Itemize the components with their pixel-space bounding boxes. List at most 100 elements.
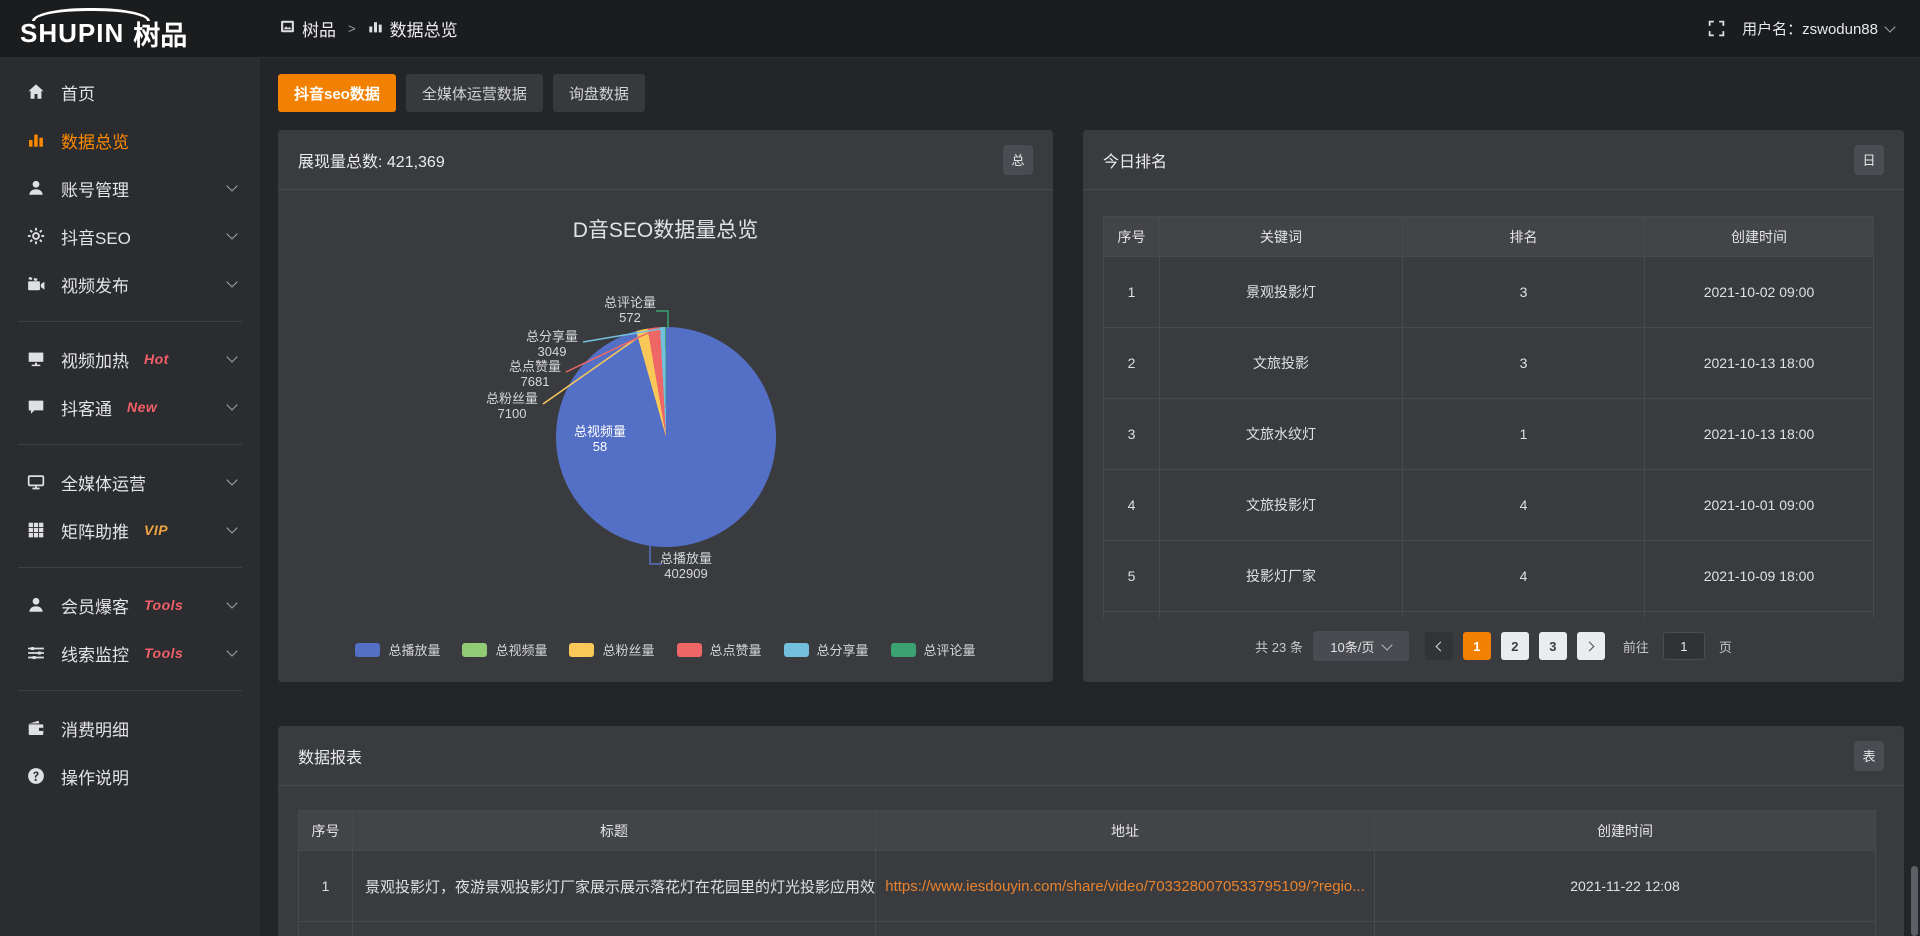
gear-icon xyxy=(26,226,46,246)
table-cell: 2021-10-13 18:00 xyxy=(1645,328,1874,399)
table-cell xyxy=(1375,922,1876,936)
table-row: 2文旅投影32021-10-13 18:00 xyxy=(1104,328,1874,399)
breadcrumb-item-shupin[interactable]: 树品 xyxy=(280,16,336,41)
menu-badge: Tools xyxy=(144,645,183,661)
total-toggle-button[interactable]: 总 xyxy=(1003,145,1033,175)
sidebar-divider xyxy=(18,444,242,445)
table-cell: 4 xyxy=(1403,541,1645,612)
tab-inquiry-data[interactable]: 询盘数据 xyxy=(553,74,645,112)
column-header: 序号 xyxy=(299,811,353,851)
sidebar-item-media-ops[interactable]: 全媒体运营 xyxy=(0,458,260,506)
goto-label: 前往 xyxy=(1623,637,1649,656)
chevron-down-icon xyxy=(226,351,237,362)
page-button-2[interactable]: 2 xyxy=(1501,632,1529,660)
video-title-cell: 景观投影灯，夜游景观投影灯厂家展示展示落花灯在花园里的灯光投影应用效果 # xyxy=(353,851,876,922)
legend-label: 总点赞量 xyxy=(710,640,762,659)
tab-media-ops-data[interactable]: 全媒体运营数据 xyxy=(406,74,543,112)
table-cell xyxy=(1160,612,1403,619)
legend-label: 总分享量 xyxy=(817,640,869,659)
callout-line xyxy=(656,311,668,328)
legend-item[interactable]: 总播放量 xyxy=(355,640,440,659)
table-row: 1景观投影灯32021-10-02 09:00 xyxy=(1104,257,1874,328)
table-cell xyxy=(876,922,1375,936)
legend-item[interactable]: 总点赞量 xyxy=(677,640,762,659)
video-link[interactable]: https://www.iesdouyin.com/share/video/70… xyxy=(885,878,1365,895)
breadcrumb-label: 数据总览 xyxy=(390,16,458,41)
bar-chart-icon xyxy=(368,19,383,39)
table-header-row: 序号关键词排名创建时间 xyxy=(1104,217,1874,257)
chat-icon xyxy=(26,397,46,417)
daily-toggle-button[interactable]: 日 xyxy=(1854,145,1884,175)
next-page-button[interactable] xyxy=(1577,632,1605,660)
pie-chart: D音SEO数据量总览 总评论量572 总分享量3049 总点赞量7681 xyxy=(278,190,1053,681)
table-toggle-button[interactable]: 表 xyxy=(1854,741,1884,771)
fullscreen-icon[interactable] xyxy=(1707,19,1726,38)
sidebar-item-consume-detail[interactable]: 消费明细 xyxy=(0,704,260,752)
table-row: 5投影灯厂家42021-10-09 18:00 xyxy=(1104,541,1874,612)
user-menu[interactable]: 用户名：zswodun88 xyxy=(1742,18,1894,39)
sidebar-item-clue-monitor[interactable]: 线索监控Tools xyxy=(0,629,260,677)
sidebar-item-label: 账号管理 xyxy=(61,176,129,201)
ranking-panel-header: 今日排名 日 xyxy=(1083,130,1904,190)
legend-item[interactable]: 总视频量 xyxy=(462,640,547,659)
report-panel: 数据报表 表 序号标题地址创建时间 1景观投影灯，夜游景观投影灯厂家展示展示落花… xyxy=(278,726,1904,936)
page-button-1[interactable]: 1 xyxy=(1463,632,1491,660)
pie-label-shares: 总分享量3049 xyxy=(526,329,578,359)
report-panel-header: 数据报表 表 xyxy=(278,726,1904,786)
sidebar-item-member-baoke[interactable]: 会员爆客Tools xyxy=(0,581,260,629)
app-logo[interactable]: SHUPIN 树品 xyxy=(0,4,260,53)
page-scrollbar-thumb[interactable] xyxy=(1911,866,1918,936)
column-header: 标题 xyxy=(353,811,876,851)
pie-label-videos: 总视频量58 xyxy=(574,424,626,454)
page-size-select[interactable]: 10条/页 xyxy=(1313,631,1409,661)
menu-badge: VIP xyxy=(144,522,168,538)
wallet-icon xyxy=(26,718,46,738)
chevron-down-icon xyxy=(226,399,237,410)
prev-page-button[interactable] xyxy=(1425,632,1453,660)
video-icon xyxy=(26,274,46,294)
page-button-3[interactable]: 3 xyxy=(1539,632,1567,660)
sidebar-item-account-manage[interactable]: 账号管理 xyxy=(0,164,260,212)
sidebar: 首页数据总览账号管理抖音SEO 视频发布视频加热Hot抖客通New 全媒体运营矩阵助… xyxy=(0,58,260,936)
legend-item[interactable]: 总评论量 xyxy=(891,640,976,659)
sidebar-item-label: 抖音SEO xyxy=(61,224,131,249)
sidebar-item-label: 全媒体运营 xyxy=(61,470,146,495)
sidebar-item-data-overview[interactable]: 数据总览 xyxy=(0,116,260,164)
table-cell: 3 xyxy=(1403,328,1645,399)
goto-page-input[interactable] xyxy=(1663,632,1705,660)
report-panel-title: 数据报表 xyxy=(298,744,362,768)
tab-douyin-seo-data[interactable]: 抖音seo数据 xyxy=(278,74,396,112)
sidebar-item-video-heat[interactable]: 视频加热Hot xyxy=(0,335,260,383)
breadcrumb-item-data-overview[interactable]: 数据总览 xyxy=(368,16,458,41)
top-row: 展现量总数: 421,369 总 D音SEO数据量总览 总评论量572 总分享量… xyxy=(278,130,1904,682)
sidebar-divider xyxy=(18,321,242,322)
sidebar-item-doukotong[interactable]: 抖客通New xyxy=(0,383,260,431)
legend-item[interactable]: 总粉丝量 xyxy=(569,640,654,659)
legend-label: 总视频量 xyxy=(495,640,547,659)
ranking-panel-title: 今日排名 xyxy=(1103,148,1167,172)
legend-item[interactable]: 总分享量 xyxy=(784,640,869,659)
sidebar-item-matrix-boost[interactable]: 矩阵助推VIP xyxy=(0,506,260,554)
table-cell: 2021-10-02 09:00 xyxy=(1645,257,1874,328)
page-buttons: 123 xyxy=(1463,632,1567,660)
sidebar-item-video-publish[interactable]: 视频发布 xyxy=(0,260,260,308)
sidebar-item-label: 会员爆客 xyxy=(61,593,129,618)
data-tabs: 抖音seo数据全媒体运营数据询盘数据 xyxy=(278,74,1904,112)
bar-chart-icon xyxy=(26,130,46,150)
pagination: 共 23 条 10条/页 123 前往 页 xyxy=(1083,631,1904,661)
app-icon xyxy=(280,19,295,39)
sidebar-item-home[interactable]: 首页 xyxy=(0,68,260,116)
table-cell: 投影灯厂家 xyxy=(1160,541,1403,612)
sidebar-item-label: 数据总览 xyxy=(61,128,129,153)
column-header: 地址 xyxy=(876,811,1375,851)
sidebar-item-douyin-seo[interactable]: 抖音SEO xyxy=(0,212,260,260)
ranking-panel: 今日排名 日 序号关键词排名创建时间 1景观投影灯32021-10-02 09:… xyxy=(1083,130,1904,682)
goto-suffix-label: 页 xyxy=(1719,637,1732,656)
pie-label-plays: 总播放量402909 xyxy=(660,551,712,581)
table-cell xyxy=(353,922,876,936)
table-cell xyxy=(299,922,353,936)
sidebar-item-help[interactable]: 操作说明 xyxy=(0,752,260,800)
report-table: 序号标题地址创建时间 1景观投影灯，夜游景观投影灯厂家展示展示落花灯在花园里的灯… xyxy=(298,810,1876,936)
legend-swatch xyxy=(569,643,594,657)
topbar-actions: 用户名：zswodun88 xyxy=(1707,18,1920,39)
